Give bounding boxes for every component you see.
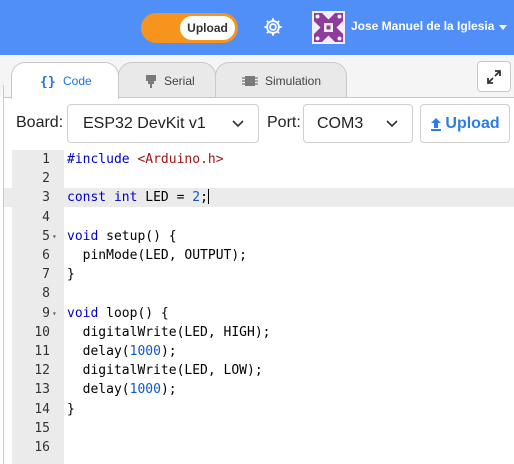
- svg-text:{}: {}: [40, 75, 56, 88]
- board-select[interactable]: ESP32 DevKit v1: [67, 104, 259, 143]
- tab-code[interactable]: {} Code: [11, 62, 119, 99]
- code-line[interactable]: 2: [4, 169, 514, 188]
- tab-code-label: Code: [63, 74, 92, 88]
- code-line[interactable]: 13 delay(1000);: [4, 380, 514, 399]
- code-text: }: [67, 267, 75, 283]
- upload-mode-label: Upload: [180, 16, 235, 40]
- code-line[interactable]: 6 pinMode(LED, OUTPUT);: [4, 246, 514, 265]
- expand-icon: [487, 69, 501, 84]
- code-text: delay(1000);: [67, 344, 177, 359]
- tab-simulation[interactable]: Simulation: [215, 62, 347, 98]
- port-select-value: COM3: [317, 114, 364, 132]
- upload-arrow-icon: [430, 117, 442, 131]
- code-text: pinMode(LED, OUTPUT);: [67, 248, 248, 263]
- code-text: digitalWrite(LED, HIGH);: [67, 324, 271, 340]
- expand-button[interactable]: [477, 61, 511, 92]
- board-select-value: ESP32 DevKit v1: [83, 114, 206, 132]
- code-text: void setup() {: [67, 228, 177, 244]
- code-line[interactable]: 11 delay(1000);: [4, 342, 514, 361]
- code-text: digitalWrite(LED, LOW);: [67, 363, 263, 379]
- upload-button-label: Upload: [445, 114, 500, 132]
- line-number: 16: [34, 440, 50, 455]
- line-number: 4: [42, 209, 50, 225]
- tab-simulation-label: Simulation: [265, 73, 322, 88]
- line-number: 8: [42, 286, 50, 302]
- line-number: 3: [42, 190, 50, 206]
- code-text: }: [67, 401, 75, 417]
- code-line[interactable]: 8: [4, 284, 514, 303]
- upload-button[interactable]: Upload: [420, 104, 510, 143]
- line-number: 2: [42, 171, 50, 187]
- upload-mode-toggle[interactable]: Upload: [141, 13, 238, 43]
- chevron-down-icon: [386, 120, 398, 128]
- top-bar: Upload Jose Manuel de la Iglesia: [0, 0, 514, 55]
- chevron-down-icon[interactable]: [499, 25, 507, 30]
- line-number: 7: [42, 267, 50, 283]
- gear-icon[interactable]: [262, 16, 284, 38]
- tab-serial[interactable]: Serial: [118, 62, 216, 98]
- chip-icon: [242, 74, 258, 88]
- toolbar: Board: ESP32 DevKit v1 Port: COM3 Upload: [4, 97, 514, 149]
- line-number: 11: [34, 344, 50, 359]
- code-line[interactable]: 9 ▾ void loop() {: [4, 304, 514, 323]
- code-line[interactable]: 10 digitalWrite(LED, HIGH);: [4, 323, 514, 342]
- line-number: 15: [34, 420, 50, 436]
- line-number: 13: [34, 382, 50, 398]
- line-number: 1: [42, 152, 50, 167]
- code-text: const int LED = 2;: [67, 189, 209, 206]
- username[interactable]: Jose Manuel de la Iglesia: [351, 19, 494, 33]
- text-cursor: [207, 189, 209, 205]
- code-line[interactable]: 14}: [4, 400, 514, 419]
- fold-arrow-icon[interactable]: ▾: [52, 304, 57, 323]
- fold-arrow-icon[interactable]: ▾: [52, 227, 57, 246]
- port-label: Port:: [267, 114, 301, 131]
- code-line[interactable]: 3 const int LED = 2;: [4, 188, 514, 208]
- code-line[interactable]: 7}: [4, 265, 514, 284]
- braces-icon: {}: [40, 74, 56, 88]
- code-line[interactable]: 4: [4, 208, 514, 227]
- code-text: #include <Arduino.h>: [67, 152, 224, 167]
- code-text: void loop() {: [67, 305, 169, 321]
- code-line[interactable]: 15: [4, 419, 514, 438]
- line-number: 9: [42, 305, 50, 321]
- avatar[interactable]: [312, 11, 345, 44]
- port-select[interactable]: COM3: [303, 104, 413, 143]
- plug-icon: [145, 74, 157, 88]
- board-label: Board:: [16, 114, 64, 131]
- code-editor[interactable]: 1 #include <Arduino.h> 2 3 const int LED = 2…: [4, 150, 514, 464]
- line-number: 6: [42, 248, 50, 263]
- tab-serial-label: Serial: [164, 73, 195, 88]
- code-line[interactable]: 16: [4, 438, 514, 457]
- line-number: 12: [34, 363, 50, 379]
- line-number: 10: [34, 324, 50, 340]
- code-line[interactable]: 12 digitalWrite(LED, LOW);: [4, 361, 514, 380]
- code-text: delay(1000);: [67, 382, 177, 398]
- chevron-down-icon: [232, 120, 244, 128]
- code-line[interactable]: 5 ▾ void setup() {: [4, 227, 514, 246]
- line-number: 14: [34, 401, 50, 417]
- line-number: 5: [42, 228, 50, 244]
- code-line[interactable]: 1 #include <Arduino.h>: [4, 150, 514, 169]
